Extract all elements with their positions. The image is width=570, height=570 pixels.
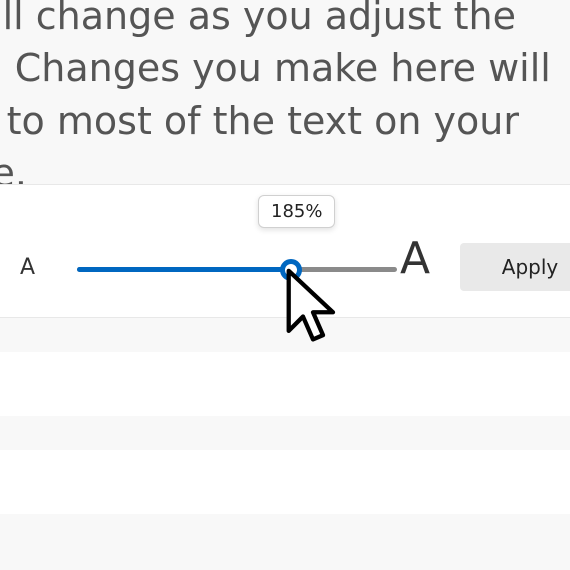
slider-fill (77, 267, 291, 272)
settings-row[interactable] (0, 450, 570, 514)
slider-tooltip: 185% (258, 195, 335, 228)
text-size-panel: 185% A A Apply (0, 184, 570, 318)
settings-row[interactable] (0, 352, 570, 416)
text-size-description: rds will change as you adjust the slider… (0, 0, 570, 200)
slider-max-label: A (400, 233, 430, 284)
slider-min-label: A (20, 255, 35, 280)
slider-thumb[interactable] (280, 259, 302, 281)
text-size-slider[interactable] (77, 267, 397, 272)
apply-button[interactable]: Apply (460, 243, 570, 291)
